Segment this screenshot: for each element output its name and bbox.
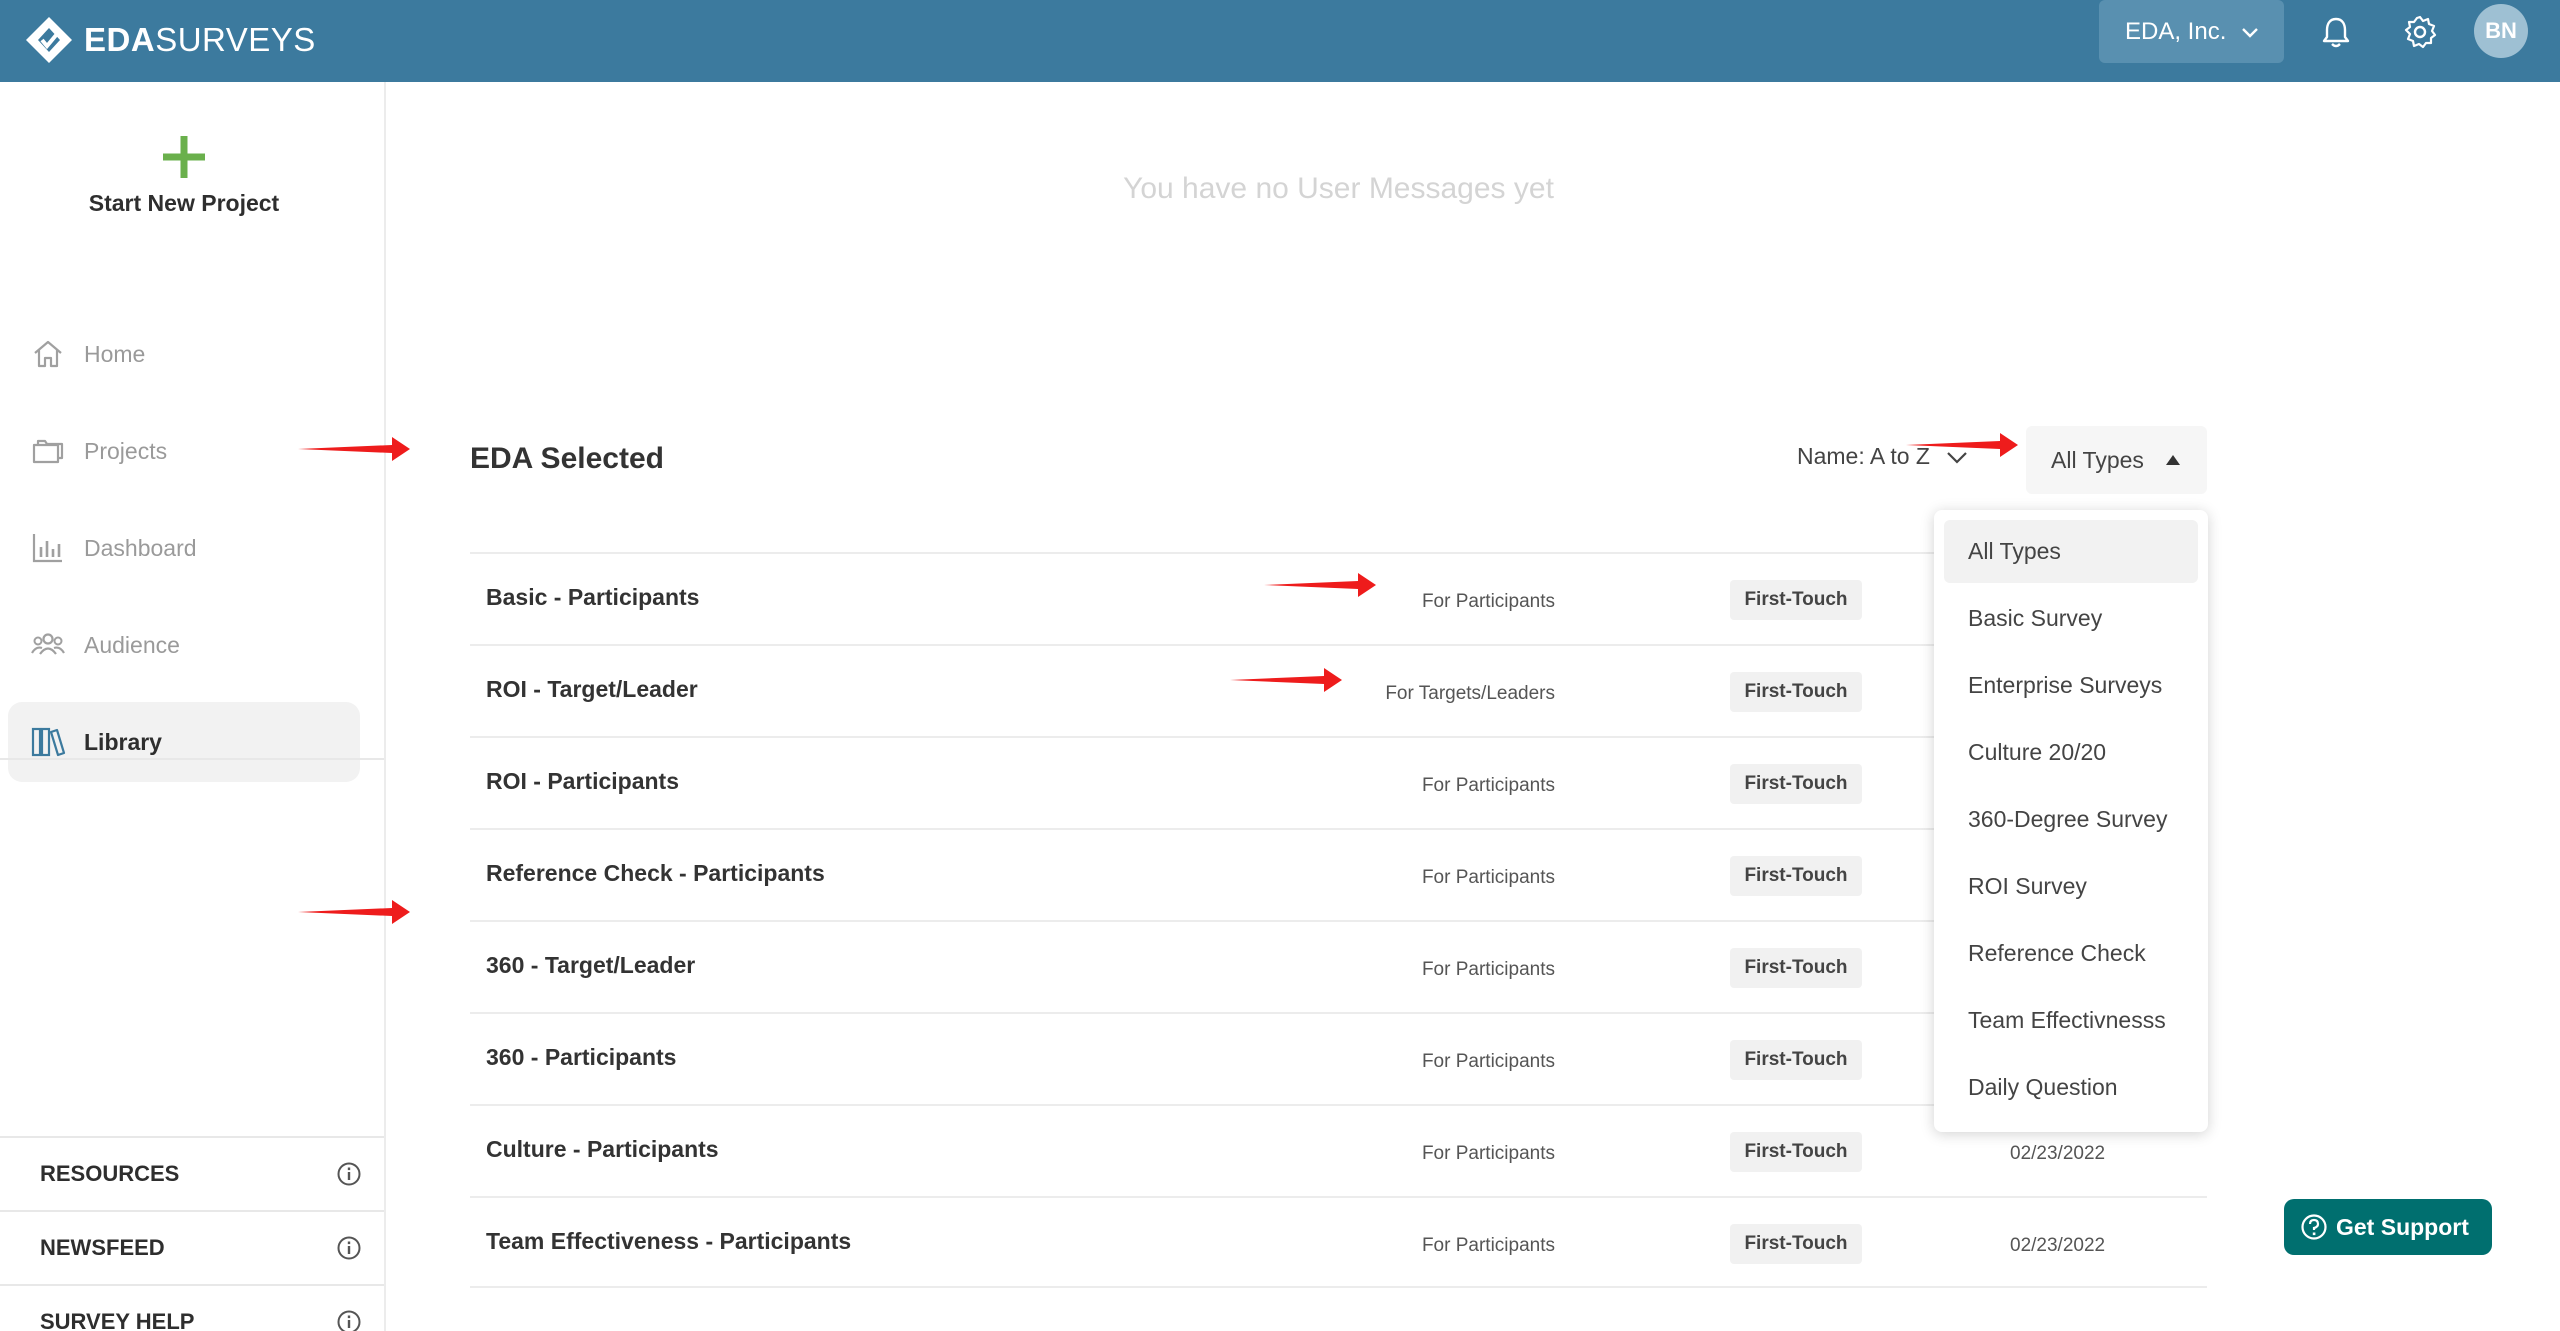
- sidebar-item-label: Home: [84, 340, 146, 367]
- sidebar-divider: [0, 758, 384, 760]
- section-title: EDA Selected: [470, 442, 664, 475]
- survey-audience: For Participants: [1421, 591, 1555, 612]
- dropdown-option-team-effectiveness[interactable]: Team Effectivnesss: [1944, 989, 2198, 1052]
- survey-audience: For Participants: [1421, 959, 1555, 980]
- gear-icon[interactable]: [2402, 14, 2438, 50]
- people-icon: [31, 633, 65, 655]
- type-filter-select[interactable]: All Types: [2026, 426, 2207, 494]
- info-icon[interactable]: [336, 1161, 362, 1187]
- dropdown-option-reference-check[interactable]: Reference Check: [1944, 922, 2198, 985]
- annotation-arrow-icon: [1230, 668, 1342, 692]
- organization-select[interactable]: EDA, Inc.: [2099, 0, 2284, 63]
- survey-type-tag: First-Touch: [1730, 856, 1862, 896]
- survey-type-tag: First-Touch: [1730, 1224, 1862, 1264]
- newsfeed-label: NEWSFEED: [40, 1235, 165, 1260]
- sidebar: Start New Project Home Projects Dashboar…: [0, 82, 386, 1331]
- books-icon: [31, 727, 66, 757]
- info-icon[interactable]: [336, 1309, 362, 1331]
- survey-name[interactable]: ROI - Participants: [486, 768, 679, 795]
- dropdown-option-roi-survey[interactable]: ROI Survey: [1944, 855, 2198, 918]
- survey-audience: For Participants: [1421, 1143, 1555, 1164]
- eda-diamond-logo-icon: [26, 17, 72, 63]
- get-support-button[interactable]: Get Support: [2284, 1199, 2492, 1255]
- survey-type-tag: First-Touch: [1730, 672, 1862, 712]
- brand-logo[interactable]: EDASURVEYS: [24, 8, 316, 72]
- help-circle-icon: [2301, 1214, 2327, 1240]
- sidebar-item-label: Dashboard: [84, 534, 197, 561]
- annotation-arrow-icon: [1264, 573, 1376, 597]
- start-new-project-button[interactable]: Start New Project: [0, 134, 368, 217]
- annotation-arrow-icon: [298, 900, 410, 924]
- resources-label: RESOURCES: [40, 1161, 180, 1186]
- survey-type-tag: First-Touch: [1730, 948, 1862, 988]
- sidebar-item-dashboard[interactable]: Dashboard: [8, 508, 360, 588]
- survey-name[interactable]: Team Effectiveness - Participants: [486, 1228, 851, 1255]
- bell-icon[interactable]: [2318, 14, 2354, 50]
- survey-name[interactable]: Basic - Participants: [486, 584, 699, 611]
- bar-chart-icon: [32, 534, 62, 563]
- get-support-label: Get Support: [2336, 1213, 2469, 1240]
- survey-audience: For Participants: [1421, 1051, 1555, 1072]
- brand-wordmark: EDASURVEYS: [84, 21, 316, 58]
- dropdown-option-enterprise-surveys[interactable]: Enterprise Surveys: [1944, 654, 2198, 717]
- sidebar-item-library[interactable]: Library: [8, 702, 360, 782]
- info-icon[interactable]: [336, 1235, 362, 1261]
- survey-date: 02/23/2022: [2010, 1143, 2106, 1164]
- survey-name[interactable]: 360 - Participants: [486, 1044, 676, 1071]
- survey-help-link[interactable]: SURVEY HELP: [0, 1284, 384, 1331]
- table-row[interactable]: Team Effectiveness - Participants For Pa…: [470, 1196, 2207, 1288]
- type-filter-label: All Types: [2051, 446, 2144, 473]
- folder-icon: [32, 439, 64, 464]
- empty-messages-text: You have no User Messages yet: [1123, 172, 1554, 205]
- survey-audience: For Targets/Leaders: [1385, 683, 1555, 704]
- start-new-project-label: Start New Project: [88, 190, 280, 216]
- survey-name[interactable]: ROI - Target/Leader: [486, 676, 698, 703]
- top-bar: EDASURVEYS EDA, Inc. BN: [0, 0, 2560, 82]
- annotation-arrow-icon: [1906, 433, 2018, 457]
- chevron-down-icon: [2242, 28, 2258, 38]
- plus-icon: [163, 136, 205, 178]
- survey-type-tag: First-Touch: [1730, 764, 1862, 804]
- survey-type-tag: First-Touch: [1730, 580, 1862, 620]
- sidebar-item-label: Library: [84, 728, 162, 755]
- sidebar-item-label: Projects: [84, 437, 168, 464]
- type-filter-dropdown: All Types Basic Survey Enterprise Survey…: [1934, 510, 2208, 1132]
- sidebar-item-label: Audience: [84, 631, 180, 658]
- survey-name[interactable]: Culture - Participants: [486, 1136, 719, 1163]
- survey-audience: For Participants: [1421, 775, 1555, 796]
- dropdown-option-culture-2020[interactable]: Culture 20/20: [1944, 721, 2198, 784]
- survey-name[interactable]: 360 - Target/Leader: [486, 952, 695, 979]
- sidebar-item-home[interactable]: Home: [8, 314, 360, 394]
- dropdown-option-daily-question[interactable]: Daily Question: [1944, 1056, 2198, 1119]
- annotation-arrow-icon: [298, 437, 410, 461]
- dropdown-option-360-degree-survey[interactable]: 360-Degree Survey: [1944, 788, 2198, 851]
- survey-name[interactable]: Reference Check - Participants: [486, 860, 825, 887]
- organization-select-label: EDA, Inc.: [2125, 17, 2227, 45]
- dropdown-option-all-types[interactable]: All Types: [1944, 520, 2198, 583]
- caret-up-icon: [2166, 455, 2180, 465]
- survey-help-label: SURVEY HELP: [40, 1309, 195, 1331]
- survey-type-tag: First-Touch: [1730, 1132, 1862, 1172]
- survey-audience: For Participants: [1421, 867, 1555, 888]
- newsfeed-link[interactable]: NEWSFEED: [0, 1210, 384, 1284]
- home-icon: [34, 340, 62, 368]
- resources-link[interactable]: RESOURCES: [0, 1136, 384, 1210]
- survey-type-tag: First-Touch: [1730, 1040, 1862, 1080]
- sidebar-item-audience[interactable]: Audience: [8, 605, 360, 685]
- survey-date: 02/23/2022: [2010, 1235, 2106, 1256]
- survey-audience: For Participants: [1421, 1235, 1555, 1256]
- dropdown-option-basic-survey[interactable]: Basic Survey: [1944, 587, 2198, 650]
- user-avatar[interactable]: BN: [2474, 4, 2528, 58]
